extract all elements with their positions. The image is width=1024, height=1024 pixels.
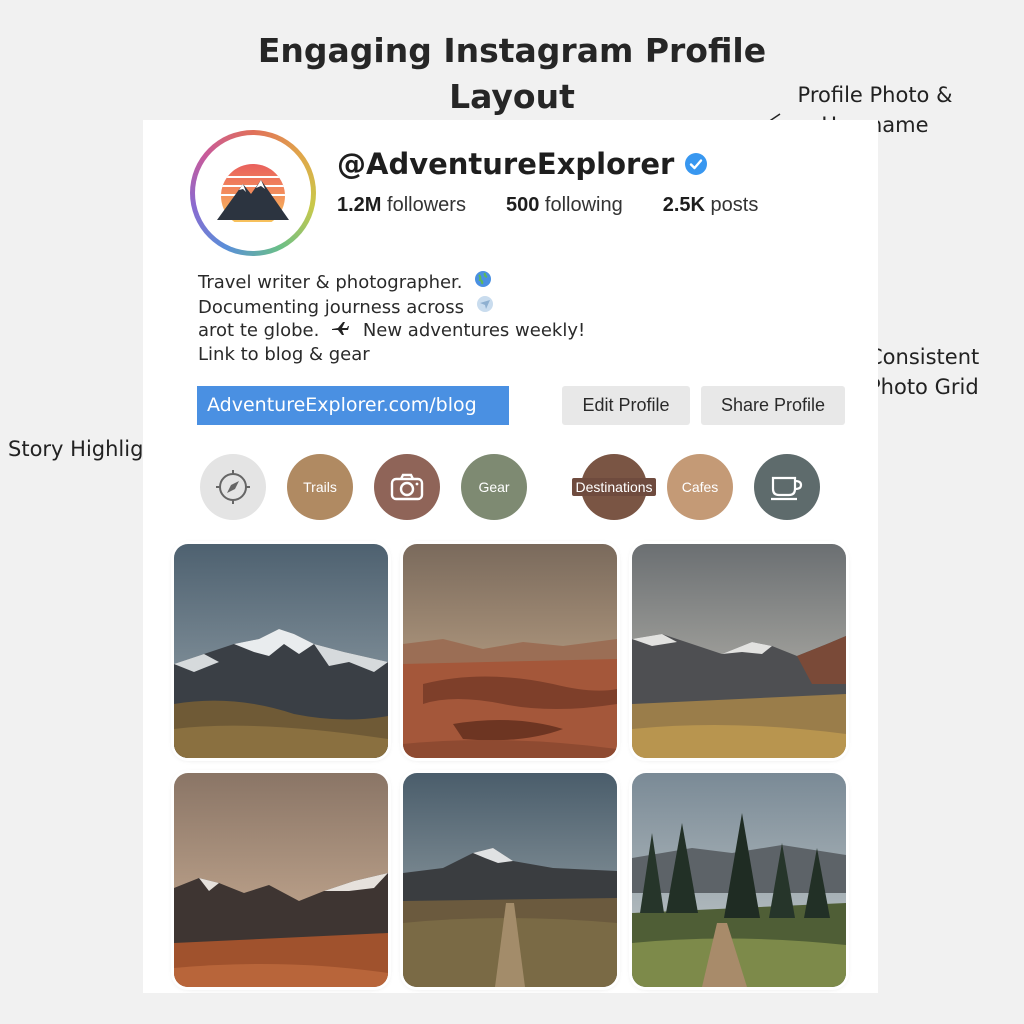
annotation-photo-grid: Consistent Photo Grid <box>868 342 1018 402</box>
edit-profile-button[interactable]: Edit Profile <box>562 386 690 425</box>
posts-count: 2.5K <box>662 194 705 216</box>
avatar-inner <box>195 135 311 251</box>
mountain-sunset-logo-icon <box>217 164 289 222</box>
story-highlights: Trails Gear Destinations Cafes <box>200 454 830 520</box>
website-link-button[interactable]: AdventureExplorer.com/blog <box>197 386 509 425</box>
profile-bio: Travel writer & photographer. Documentin… <box>198 270 585 366</box>
stat-followers[interactable]: 1.2M followers <box>337 194 466 217</box>
bio-line-2-text: Documenting journess across <box>198 296 464 318</box>
annotation-grid-line1: Consistent <box>868 345 980 369</box>
compass-icon <box>216 470 250 504</box>
annotation-grid-line2: Photo Grid <box>868 375 979 399</box>
highlight-cafes-label: Cafes <box>681 479 719 495</box>
following-label: following <box>544 194 623 216</box>
followers-count: 1.2M <box>337 194 382 216</box>
photo-mountain-meadow <box>632 544 846 758</box>
highlight-destinations-label: Destinations <box>572 478 656 496</box>
following-count: 500 <box>505 194 540 216</box>
bio-line-3a-text: arot te globe. <box>198 320 320 341</box>
highlight-trails-label: Trails <box>303 479 337 495</box>
photo-snowy-peak <box>174 544 388 758</box>
posts-label: posts <box>710 194 759 216</box>
photo-tile-forest[interactable] <box>632 773 846 987</box>
bio-line-1: Travel writer & photographer. <box>198 270 585 295</box>
bio-line-4: Link to blog & gear <box>198 343 370 365</box>
globe-icon <box>475 271 492 287</box>
verified-badge-icon <box>685 153 708 175</box>
camera-icon <box>390 473 424 501</box>
photo-tile-mountain-meadow[interactable] <box>632 544 846 758</box>
photo-tile-trail[interactable] <box>403 773 617 987</box>
annotation-profile-line1: Profile Photo & <box>797 83 953 107</box>
bio-line-1-text: Travel writer & photographer. <box>198 272 463 293</box>
profile-card: @AdventureExplorer 1.2M followers 500 fo… <box>143 120 878 993</box>
highlight-cafes[interactable]: Cafes <box>667 454 733 520</box>
map-icon <box>476 295 493 312</box>
share-profile-button[interactable]: Share Profile <box>701 386 845 425</box>
photo-tile-desert[interactable] <box>403 544 617 758</box>
profile-stats: 1.2M followers 500 following 2.5K posts <box>337 194 798 217</box>
profile-username: @AdventureExplorer <box>337 147 708 181</box>
bio-line-2: Documenting journess across <box>198 295 585 320</box>
bio-line-3b-text: New adventures weekly! <box>362 320 586 341</box>
coffee-cup-icon <box>771 476 803 501</box>
username-text: @AdventureExplorer <box>337 147 675 181</box>
photo-tile-warm-peaks[interactable] <box>174 773 388 987</box>
followers-label: followers <box>387 194 466 216</box>
highlight-gear[interactable]: Gear <box>461 454 527 520</box>
photo-trail-mountains <box>403 773 617 987</box>
highlight-trails[interactable]: Trails <box>287 454 353 520</box>
photo-desert-canyon <box>403 544 617 758</box>
photo-warm-peaks <box>174 773 388 987</box>
photo-tile-snowy-peak[interactable] <box>174 544 388 758</box>
airplane-icon <box>332 322 350 335</box>
highlight-gear-label: Gear <box>478 479 510 495</box>
highlight-coffee[interactable] <box>754 454 820 520</box>
highlight-camera[interactable] <box>374 454 440 520</box>
stat-following[interactable]: 500 following <box>506 194 623 217</box>
highlight-destinations[interactable]: Destinations <box>572 454 656 520</box>
page-title-line1: Engaging Instagram Profile <box>257 31 767 70</box>
stat-posts[interactable]: 2.5K posts <box>663 194 759 217</box>
highlight-compass[interactable] <box>200 454 266 520</box>
website-link-text: AdventureExplorer.com/blog <box>207 394 477 416</box>
bio-line-3: arot te globe. New adventures weekly! <box>198 319 585 343</box>
avatar[interactable] <box>190 130 316 256</box>
photo-pine-forest <box>632 773 846 987</box>
